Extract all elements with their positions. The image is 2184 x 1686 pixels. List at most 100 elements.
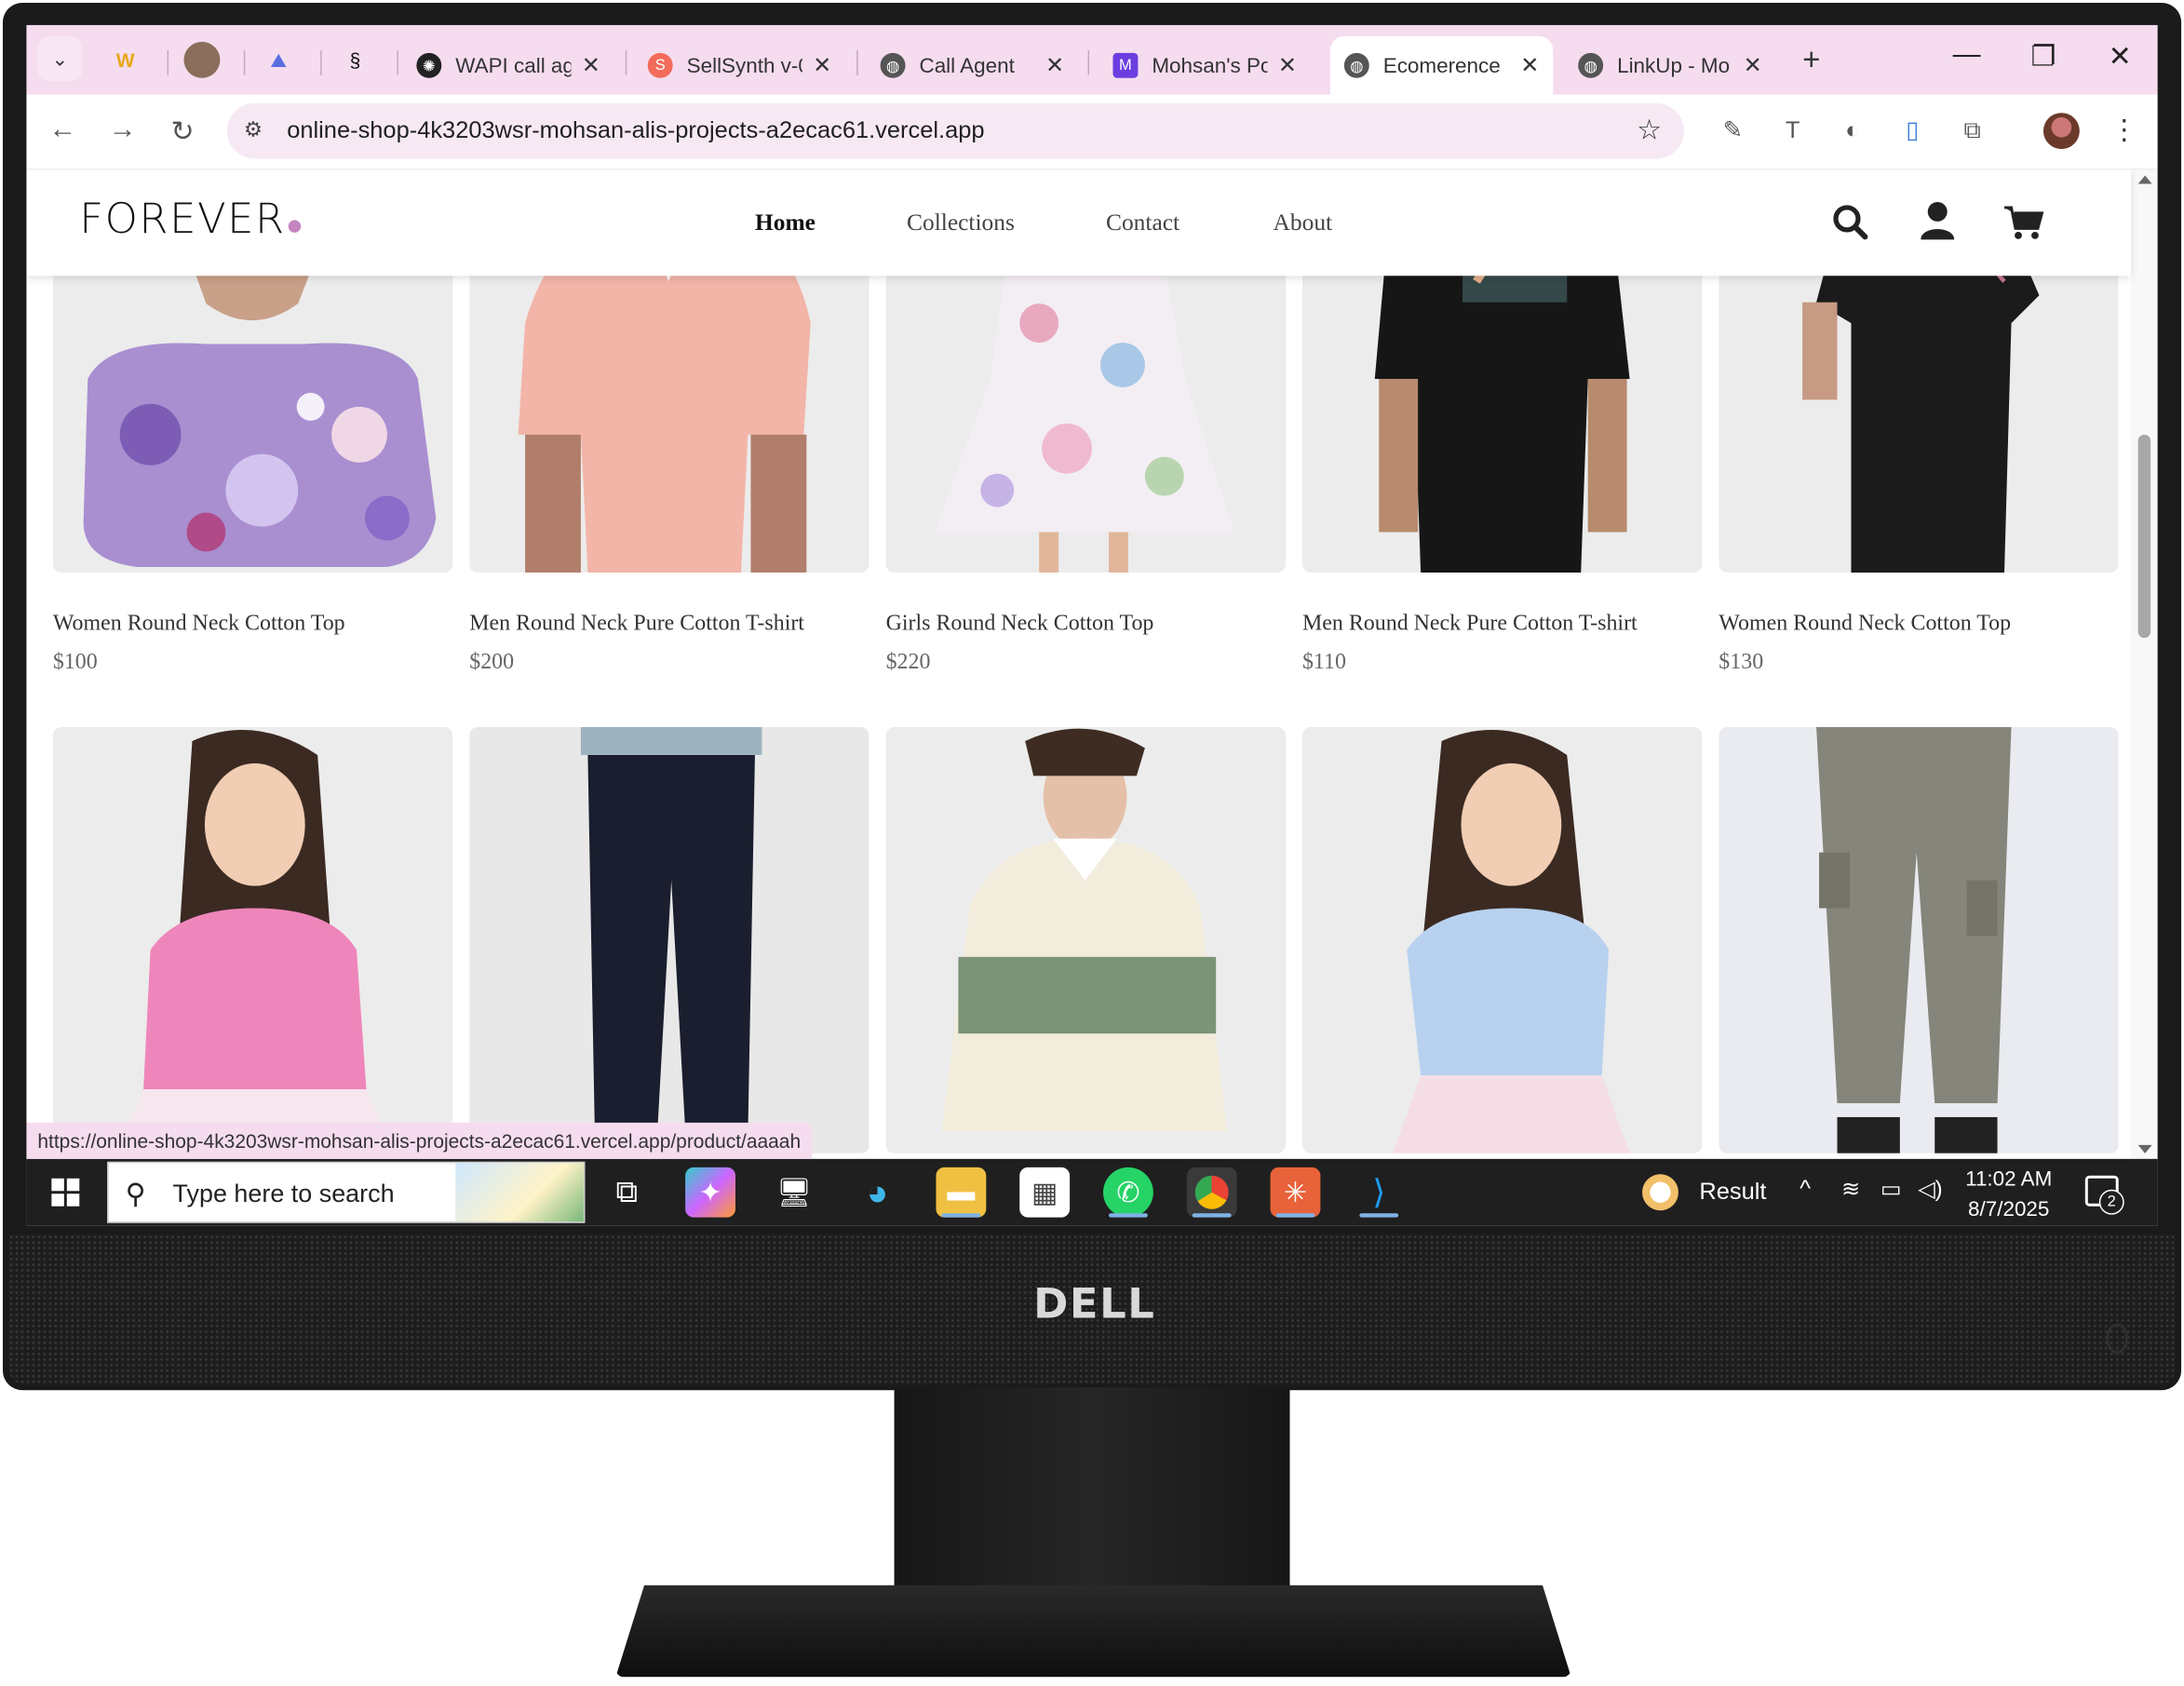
bookmark-star-icon[interactable]: ☆ bbox=[1637, 113, 1662, 147]
shape-extension-icon[interactable]: ◐ bbox=[1834, 113, 1870, 149]
edge-icon[interactable]: ◕ bbox=[853, 1167, 903, 1218]
scroll-down-arrow-icon[interactable] bbox=[2137, 1144, 2152, 1153]
product-image-girl-pink-top[interactable] bbox=[52, 727, 453, 1153]
product-price: $100 bbox=[52, 650, 98, 675]
forward-arrow-icon[interactable]: → bbox=[103, 115, 142, 146]
product-name[interactable]: Men Round Neck Pure Cotton T-shirt bbox=[1302, 612, 1638, 637]
user-icon[interactable] bbox=[1917, 197, 1959, 245]
weather-widget-label[interactable]: Result bbox=[1699, 1179, 1766, 1207]
pinned-tab-w-icon[interactable]: W bbox=[107, 42, 143, 78]
copilot-icon[interactable]: ✦ bbox=[685, 1167, 735, 1218]
notification-count-badge: 2 bbox=[2098, 1189, 2124, 1215]
nav-home[interactable]: Home bbox=[755, 209, 816, 236]
address-bar[interactable]: ⚙ online-shop-4k3203wsr-mohsan-alis-proj… bbox=[226, 102, 1684, 159]
volume-icon[interactable]: ◁) bbox=[1918, 1176, 1942, 1204]
pinned-tab-mountain-icon[interactable]: ⛰ bbox=[261, 42, 297, 78]
web-page: FOREVER Home Collections Contact About W… bbox=[26, 169, 2158, 1159]
back-arrow-icon[interactable]: ← bbox=[43, 115, 82, 146]
product-name[interactable]: Women Round Neck Cotton Top bbox=[53, 612, 345, 637]
window-close-icon[interactable]: ✕ bbox=[2099, 39, 2141, 74]
text-extension-icon[interactable]: T bbox=[1774, 113, 1811, 149]
globe-icon: ◍ bbox=[880, 52, 906, 78]
link-status-bar: https://online-shop-4k3203wsr-mohsan-ali… bbox=[26, 1122, 813, 1159]
profile-avatar[interactable] bbox=[2042, 113, 2080, 150]
site-logo[interactable]: FOREVER bbox=[79, 195, 302, 244]
tab-search-button[interactable]: ⌄ bbox=[37, 35, 83, 81]
tab-1[interactable]: S SellSynth v-0 ✕ bbox=[634, 36, 845, 95]
nav-about[interactable]: About bbox=[1274, 209, 1333, 236]
product-card[interactable] bbox=[469, 727, 870, 1153]
chevron-down-icon: ⌄ bbox=[51, 47, 69, 70]
nav-collections[interactable]: Collections bbox=[907, 209, 1015, 236]
whatsapp-icon[interactable]: ✆ bbox=[1102, 1167, 1153, 1218]
site-settings-icon[interactable]: ⚙ bbox=[244, 117, 263, 142]
power-button[interactable] bbox=[2106, 1323, 2129, 1355]
dell-logo: DELL bbox=[1033, 1280, 1156, 1329]
new-tab-button[interactable]: + bbox=[1802, 42, 1820, 78]
battery-icon[interactable]: ▭ bbox=[1881, 1176, 1902, 1204]
tray-chevron-up-icon[interactable]: ^ bbox=[1800, 1176, 1811, 1204]
eyedropper-extension-icon[interactable]: ✎ bbox=[1715, 113, 1751, 149]
search-icon[interactable] bbox=[1830, 197, 1872, 245]
close-icon[interactable]: ✕ bbox=[1045, 51, 1064, 79]
extensions-puzzle-icon[interactable]: ⧉ bbox=[1954, 113, 1990, 149]
tab-2[interactable]: ◍ Call Agent ✕ bbox=[867, 36, 1078, 95]
browser-menu-icon[interactable]: ⋮ bbox=[2110, 113, 2138, 147]
soccer-ball-icon[interactable] bbox=[1642, 1174, 1678, 1211]
taskbar-search-box[interactable]: ⚲ Type here to search bbox=[107, 1161, 586, 1223]
cart-icon[interactable] bbox=[2003, 197, 2045, 245]
vscode-icon[interactable]: ⟩ bbox=[1354, 1167, 1404, 1218]
product-card[interactable] bbox=[52, 727, 453, 1153]
pinned-tab-avatar-icon[interactable] bbox=[183, 41, 221, 78]
product-card[interactable] bbox=[885, 727, 1286, 1153]
product-image-striped-sweatshirt[interactable] bbox=[885, 727, 1286, 1153]
tab-4-active[interactable]: ◍ Ecomerence ✕ bbox=[1329, 35, 1554, 95]
restore-icon[interactable]: ❐ bbox=[2022, 39, 2064, 74]
openai-icon: ✺ bbox=[416, 52, 442, 78]
tab-3[interactable]: M Mohsan's Po ✕ bbox=[1099, 36, 1311, 95]
tab-5[interactable]: ◍ LinkUp - Mo ✕ bbox=[1564, 36, 1775, 95]
close-icon[interactable]: ✕ bbox=[1278, 51, 1297, 79]
product-price: $220 bbox=[885, 650, 931, 675]
product-image-girl-blue-top[interactable] bbox=[1301, 727, 1703, 1153]
close-icon[interactable]: ✕ bbox=[813, 51, 831, 79]
computer-app-icon[interactable]: 🖥 bbox=[769, 1167, 819, 1218]
wifi-icon[interactable]: ≋ bbox=[1841, 1176, 1860, 1204]
monitor-stand-base bbox=[615, 1585, 1571, 1678]
m-logo-icon: M bbox=[1112, 52, 1139, 78]
product-card[interactable] bbox=[1301, 727, 1703, 1153]
product-image-olive-cargo-joggers[interactable] bbox=[1719, 727, 2119, 1153]
vertical-scrollbar[interactable] bbox=[2131, 169, 2158, 1159]
clipboard-extension-icon[interactable]: ▯ bbox=[1894, 113, 1931, 149]
close-icon[interactable]: ✕ bbox=[1520, 51, 1539, 79]
close-icon[interactable]: ✕ bbox=[582, 51, 600, 79]
task-view-icon[interactable]: ⧉ bbox=[601, 1167, 652, 1218]
close-icon[interactable]: ✕ bbox=[1744, 51, 1762, 79]
windows-start-icon[interactable] bbox=[51, 1178, 80, 1207]
product-image-navy-jeans[interactable] bbox=[469, 727, 870, 1153]
globe-icon: ◍ bbox=[1343, 52, 1369, 78]
scroll-up-arrow-icon[interactable] bbox=[2137, 175, 2152, 184]
monitor-stand-neck bbox=[894, 1387, 1290, 1591]
taskbar-clock[interactable]: 11:02 AM 8/7/2025 bbox=[1965, 1165, 2052, 1226]
windows-taskbar: ⚲ Type here to search ⧉ ✦ 🖥 ◕ ▬ ▦ ✆ ✳ ⟩ … bbox=[26, 1158, 2158, 1226]
product-name[interactable]: Men Round Neck Pure Cotton T-shirt bbox=[469, 612, 804, 637]
url-text[interactable]: online-shop-4k3203wsr-mohsan-alis-projec… bbox=[287, 117, 984, 145]
minimize-icon[interactable]: — bbox=[1946, 39, 1988, 71]
chrome-icon[interactable] bbox=[1186, 1167, 1237, 1218]
product-name[interactable]: Women Round Neck Cotton Top bbox=[1719, 612, 2011, 637]
nav-contact[interactable]: Contact bbox=[1106, 209, 1180, 236]
claude-app-icon[interactable]: ✳ bbox=[1270, 1167, 1321, 1218]
pinned-tab-knot-icon[interactable]: § bbox=[337, 42, 373, 78]
product-price: $200 bbox=[469, 650, 515, 675]
tab-0[interactable]: ✺ WAPI call ag ✕ bbox=[402, 36, 613, 95]
logo-dot bbox=[288, 220, 302, 233]
microsoft-store-icon[interactable]: ▦ bbox=[1019, 1167, 1071, 1218]
product-name[interactable]: Girls Round Neck Cotton Top bbox=[886, 612, 1154, 637]
product-card[interactable] bbox=[1719, 727, 2119, 1153]
file-explorer-icon[interactable]: ▬ bbox=[936, 1167, 987, 1218]
reload-icon[interactable]: ↻ bbox=[163, 115, 202, 149]
scrollbar-thumb[interactable] bbox=[2137, 434, 2151, 639]
screen: ⌄ W ⛰ § ✺ WAPI call ag ✕ S SellSynth v-0… bbox=[26, 24, 2158, 1226]
search-highlight-art bbox=[455, 1163, 584, 1222]
